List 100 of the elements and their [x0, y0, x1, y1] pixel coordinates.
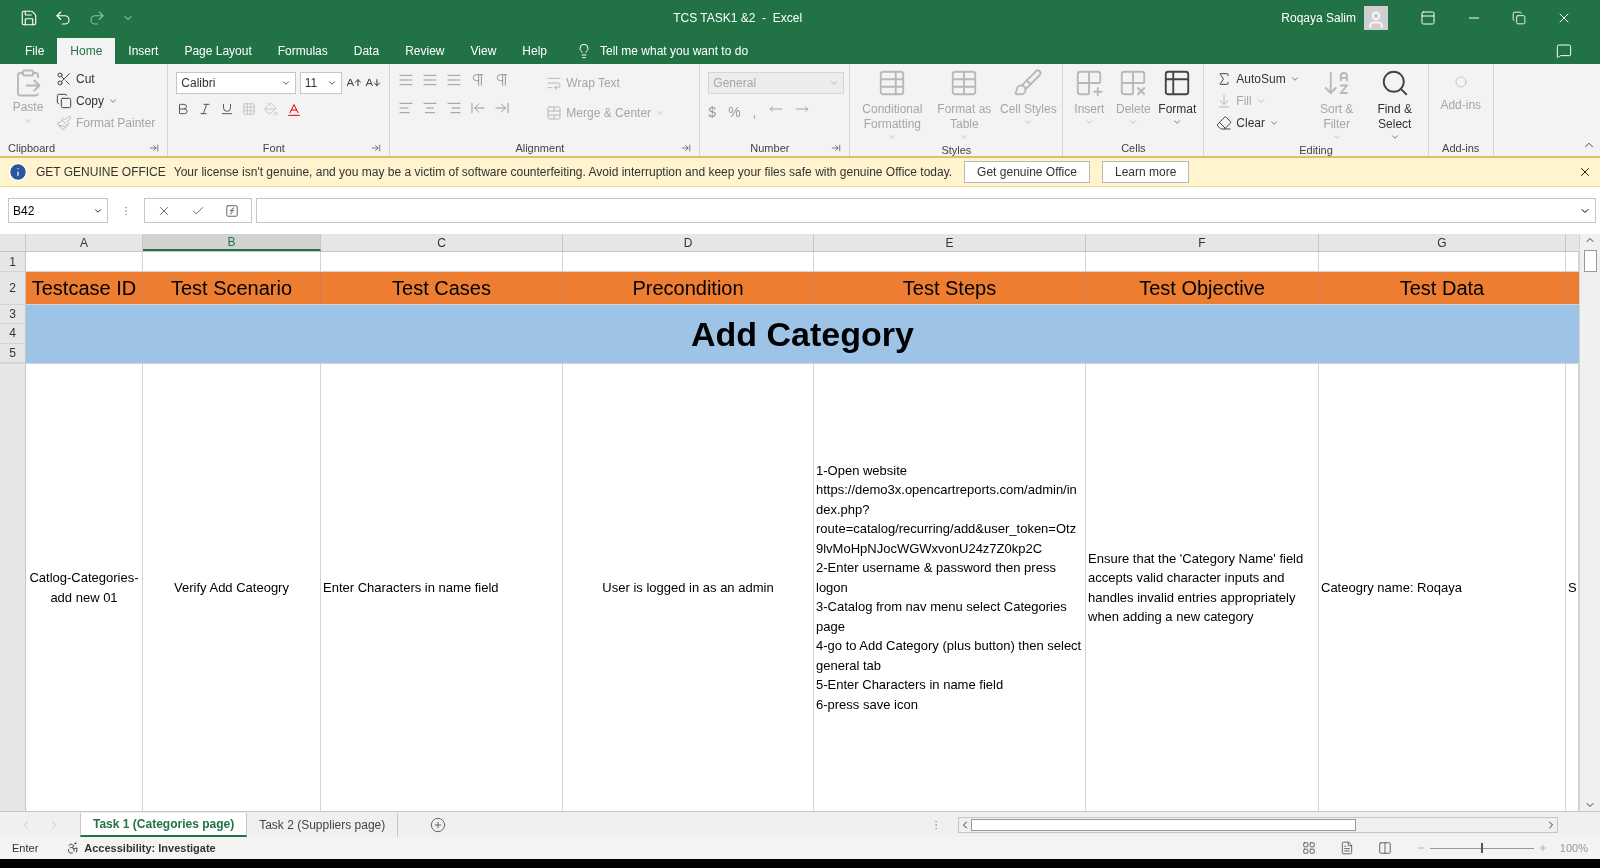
caret-icon — [1289, 74, 1300, 84]
column-header[interactable]: E — [814, 234, 1086, 251]
column-header[interactable]: F — [1086, 234, 1319, 251]
row-header[interactable]: 5 — [0, 343, 25, 363]
restore-icon[interactable] — [1512, 11, 1526, 25]
page-break-icon[interactable] — [1377, 841, 1392, 855]
caret-icon — [1331, 132, 1342, 142]
group-label: Clipboard — [8, 140, 56, 156]
caret-icon[interactable] — [326, 78, 337, 88]
brush-icon — [1013, 68, 1044, 98]
dialog-launcher-icon[interactable] — [681, 142, 692, 153]
header-cell: Test Objective — [1086, 272, 1319, 304]
menu-tab[interactable]: View — [457, 38, 510, 64]
increase-indent-icon[interactable] — [494, 100, 511, 116]
font-name-field[interactable]: Calibri — [176, 72, 296, 94]
eraser-icon — [1216, 115, 1233, 131]
menu-tab[interactable]: Home — [57, 38, 116, 64]
horizontal-scrollbar[interactable] — [958, 816, 1558, 833]
align-center-icon[interactable] — [422, 100, 439, 116]
column-header[interactable]: C — [321, 234, 563, 251]
decrease-indent-icon[interactable] — [470, 100, 487, 116]
dialog-launcher-icon[interactable] — [149, 142, 160, 153]
normal-view-icon[interactable] — [1301, 841, 1316, 855]
undo-icon[interactable] — [54, 9, 72, 27]
header-cell: Test Steps — [814, 272, 1086, 304]
copy-icon — [56, 93, 72, 109]
ribbon-button[interactable]: AutoSum — [1212, 68, 1304, 90]
zoom-in-icon[interactable] — [1537, 843, 1548, 853]
scroll-thumb[interactable] — [1583, 250, 1597, 272]
caret-icon — [887, 132, 898, 142]
ribbon-button[interactable]: Format — [1155, 68, 1200, 140]
font-color-icon[interactable] — [286, 102, 303, 118]
column-header[interactable]: D — [563, 234, 814, 251]
menu-tab[interactable]: Formulas — [264, 38, 341, 64]
info-icon — [8, 162, 28, 182]
bold-icon[interactable] — [176, 102, 191, 116]
menu-tab[interactable]: Insert — [115, 38, 172, 64]
menu-tab[interactable]: Data — [340, 38, 393, 64]
borders-icon[interactable] — [242, 102, 257, 116]
italic-icon[interactable] — [198, 102, 213, 116]
vertical-scrollbar[interactable] — [1579, 234, 1600, 811]
page-layout-icon[interactable] — [1339, 841, 1354, 855]
accessibility-status[interactable]: Accessibility: Investigate — [84, 839, 216, 857]
formula-input-field[interactable] — [256, 198, 1596, 223]
group-label: Styles — [941, 143, 972, 158]
align-top-icon[interactable] — [398, 72, 415, 88]
close-icon[interactable] — [1578, 165, 1592, 179]
zoom-slider-thumb[interactable] — [1480, 842, 1483, 853]
menu-tab[interactable]: Review — [392, 38, 458, 64]
ribbon-button[interactable]: Find & Select — [1369, 68, 1420, 142]
dialog-launcher-icon[interactable] — [371, 142, 382, 153]
function-icon[interactable] — [225, 203, 239, 218]
dot-icon — [1454, 76, 1467, 88]
group-label: Cells — [1121, 140, 1146, 156]
banner-message: Your license isn't genuine, and you may be a victim of software counterfeiting. Avoid interruption and keep your files safe with genuine Office today. — [173, 164, 953, 181]
banner-button[interactable]: Get genuine Office — [964, 161, 1090, 183]
underline-icon[interactable] — [220, 102, 235, 116]
group-label: Add-ins — [1442, 140, 1480, 156]
sheet-tab[interactable]: Task 2 (Suppliers page) — [247, 812, 399, 837]
caret-icon — [1084, 117, 1095, 127]
header-cell: Test Cases — [321, 272, 563, 304]
add-sheet-icon[interactable] — [430, 816, 447, 833]
dialog-launcher-icon[interactable] — [831, 142, 842, 153]
column-header[interactable]: B — [143, 234, 321, 251]
align-bottom-icon[interactable] — [446, 72, 463, 88]
wrap-text-icon — [546, 75, 563, 91]
caret-icon[interactable] — [280, 78, 291, 88]
ribbon-button[interactable]: Copy — [52, 90, 160, 112]
ribbon-options-icon[interactable] — [1420, 10, 1436, 26]
menu-tab[interactable]: Help — [509, 38, 560, 64]
user-name: Roqaya Salim — [1281, 10, 1356, 27]
comment-icon[interactable] — [1556, 43, 1572, 59]
mode-indicator: Enter — [12, 840, 39, 856]
paintbrush-icon — [56, 115, 72, 131]
align-middle-icon[interactable] — [422, 72, 439, 88]
window-title: TCS TASK1 &2 - Excel — [673, 10, 803, 27]
row-header[interactable]: 4 — [0, 324, 25, 344]
align-right-icon[interactable] — [446, 100, 463, 116]
row-header[interactable]: 1 — [0, 252, 26, 271]
menu-tab[interactable]: File — [12, 38, 58, 64]
fill-color-icon[interactable] — [264, 102, 279, 116]
ribbon-button[interactable]: Clear — [1212, 112, 1304, 134]
header-cell: Test Data — [1319, 272, 1566, 304]
scroll-thumb[interactable] — [971, 818, 1356, 831]
sheet-tab[interactable]: Task 1 (Categories page) — [80, 812, 248, 837]
avatar — [1364, 6, 1388, 30]
name-box[interactable]: B42 — [8, 198, 108, 223]
banner-button[interactable]: Learn more — [1101, 161, 1190, 183]
row-header[interactable]: 3 — [0, 305, 25, 325]
menu-tab[interactable]: Page Layout — [171, 38, 265, 64]
row-header[interactable]: 2 — [0, 272, 26, 304]
caret-icon — [1128, 117, 1139, 127]
save-icon[interactable] — [20, 9, 38, 27]
ribbon-button[interactable]: Cut — [52, 68, 160, 90]
group-label: Editing — [1299, 143, 1333, 158]
caret-icon — [1255, 96, 1266, 106]
font-size-field[interactable]: 11 — [299, 72, 342, 94]
align-left-icon[interactable] — [398, 100, 415, 116]
caret-icon — [23, 116, 33, 126]
tell-me-field[interactable]: Tell me what you want to do — [600, 42, 749, 60]
